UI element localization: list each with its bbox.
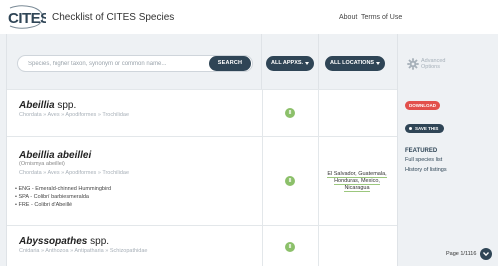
appendix-badge: II: [285, 176, 295, 186]
gear-icon: [407, 58, 419, 70]
chevron-down-icon: [305, 62, 309, 65]
lineage-family: Trochilidae: [102, 170, 130, 176]
taxon-name[interactable]: Abeillia spp.: [19, 100, 76, 111]
advanced-options-label: Advanced Options: [421, 58, 446, 70]
cites-checklist-page: CITES Checklist of CITES Species About T…: [0, 0, 498, 266]
chevron-down-icon: [483, 252, 489, 257]
featured-link-full-species-list[interactable]: Full species list: [405, 157, 442, 163]
appendix-badge: II: [285, 242, 295, 252]
chevron-down-icon: [376, 62, 380, 65]
lineage-phylum: Cnidaria: [19, 248, 40, 254]
results-list: Abeillia spp. Chordata » Aves » Apodifor…: [6, 89, 398, 266]
bullet-icon: [409, 127, 412, 130]
appendices-dropdown-label: ALL APPXS.: [271, 60, 304, 66]
header: CITES Checklist of CITES Species About T…: [0, 0, 498, 34]
taxon-name-text: Abeillia: [19, 100, 55, 111]
common-name-text: SPA - Colibrí barbiesmeralda: [18, 194, 89, 200]
advanced-options-toggle[interactable]: Advanced Options: [407, 57, 487, 73]
taxon-name-text: Abeillia abeillei: [19, 150, 92, 161]
cites-logo[interactable]: CITES: [6, 4, 46, 30]
download-button[interactable]: DOWNLOAD: [405, 101, 440, 110]
result-row[interactable]: Abeillia abeillei (Ornismya abeillei) Ch…: [7, 136, 397, 225]
lineage-class: Aves: [47, 112, 60, 118]
taxon-lineage: Cnidaria » Anthozoa » Antipatharia » Sch…: [19, 248, 148, 254]
lineage-family: Trochilidae: [102, 112, 130, 118]
taxon-lineage: Chordata » Aves » Apodiformes » Trochili…: [19, 112, 130, 118]
filter-divider: [261, 34, 262, 89]
result-row[interactable]: Abyssopathes spp. Cnidaria » Anthozoa » …: [7, 225, 397, 266]
lineage-class: Anthozoa: [45, 248, 69, 254]
filter-divider: [318, 34, 319, 89]
nav-about-link[interactable]: About: [339, 14, 357, 21]
taxon-name-text: Abyssopathes: [19, 236, 88, 247]
appendix-badge: II: [285, 108, 295, 118]
column-divider: [318, 137, 319, 225]
column-divider: [262, 90, 263, 136]
lineage-class: Aves: [47, 170, 60, 176]
save-search-button[interactable]: SAVE THIS: [405, 124, 444, 133]
result-row[interactable]: Abeillia spp. Chordata » Aves » Apodifor…: [7, 89, 397, 136]
common-name-text: FRE - Colibri d'Abeillé: [18, 202, 73, 208]
right-sidebar: [399, 89, 498, 266]
lineage-phylum: Chordata: [19, 170, 42, 176]
taxon-synonym: (Ornismya abeillei): [19, 161, 65, 167]
search-input[interactable]: [28, 59, 208, 69]
taxon-lineage: Chordata » Aves » Apodiformes » Trochili…: [19, 170, 130, 176]
taxon-name[interactable]: Abeillia abeillei: [19, 150, 91, 161]
taxon-rank-suffix: spp.: [90, 236, 110, 247]
next-page-button[interactable]: [480, 248, 492, 260]
common-name-fre: • FRE - Colibri d'Abeillé: [15, 202, 73, 208]
column-divider: [318, 90, 319, 136]
common-name-text: ENG - Emerald-chinned Hummingbird: [18, 186, 112, 192]
lineage-order: Apodiformes: [65, 170, 97, 176]
search-button[interactable]: SEARCH: [209, 56, 251, 71]
column-divider: [262, 137, 263, 225]
taxon-name[interactable]: Abyssopathes spp.: [19, 236, 109, 247]
appendices-dropdown[interactable]: ALL APPXS.: [266, 56, 314, 71]
locations-dropdown-label: ALL LOCATIONS: [330, 60, 375, 66]
featured-heading: FEATURED: [405, 148, 438, 154]
pagination-status: Page 1/1116: [446, 251, 477, 257]
locations-text: El Salvador, Guatemala, Honduras, Mexico…: [327, 171, 387, 192]
lineage-family: Schizopathidae: [109, 248, 148, 254]
common-name-eng: • ENG - Emerald-chinned Hummingbird: [15, 186, 112, 192]
svg-text:CITES: CITES: [8, 10, 46, 27]
lineage-order: Antipatharia: [74, 248, 104, 254]
app-title: Checklist of CITES Species: [52, 12, 175, 23]
distribution-locations[interactable]: El Salvador, Guatemala, Honduras, Mexico…: [322, 171, 392, 192]
column-divider: [262, 226, 263, 266]
common-name-spa: • SPA - Colibrí barbiesmeralda: [15, 194, 89, 200]
column-divider: [318, 226, 319, 266]
taxon-rank-suffix: spp.: [57, 100, 77, 111]
lineage-phylum: Chordata: [19, 112, 42, 118]
featured-link-history-of-listings[interactable]: History of listings: [405, 167, 447, 173]
save-search-label: SAVE THIS: [415, 126, 439, 131]
nav-terms-link[interactable]: Terms of Use: [361, 14, 402, 21]
locations-dropdown[interactable]: ALL LOCATIONS: [325, 56, 385, 71]
lineage-order: Apodiformes: [65, 112, 97, 118]
